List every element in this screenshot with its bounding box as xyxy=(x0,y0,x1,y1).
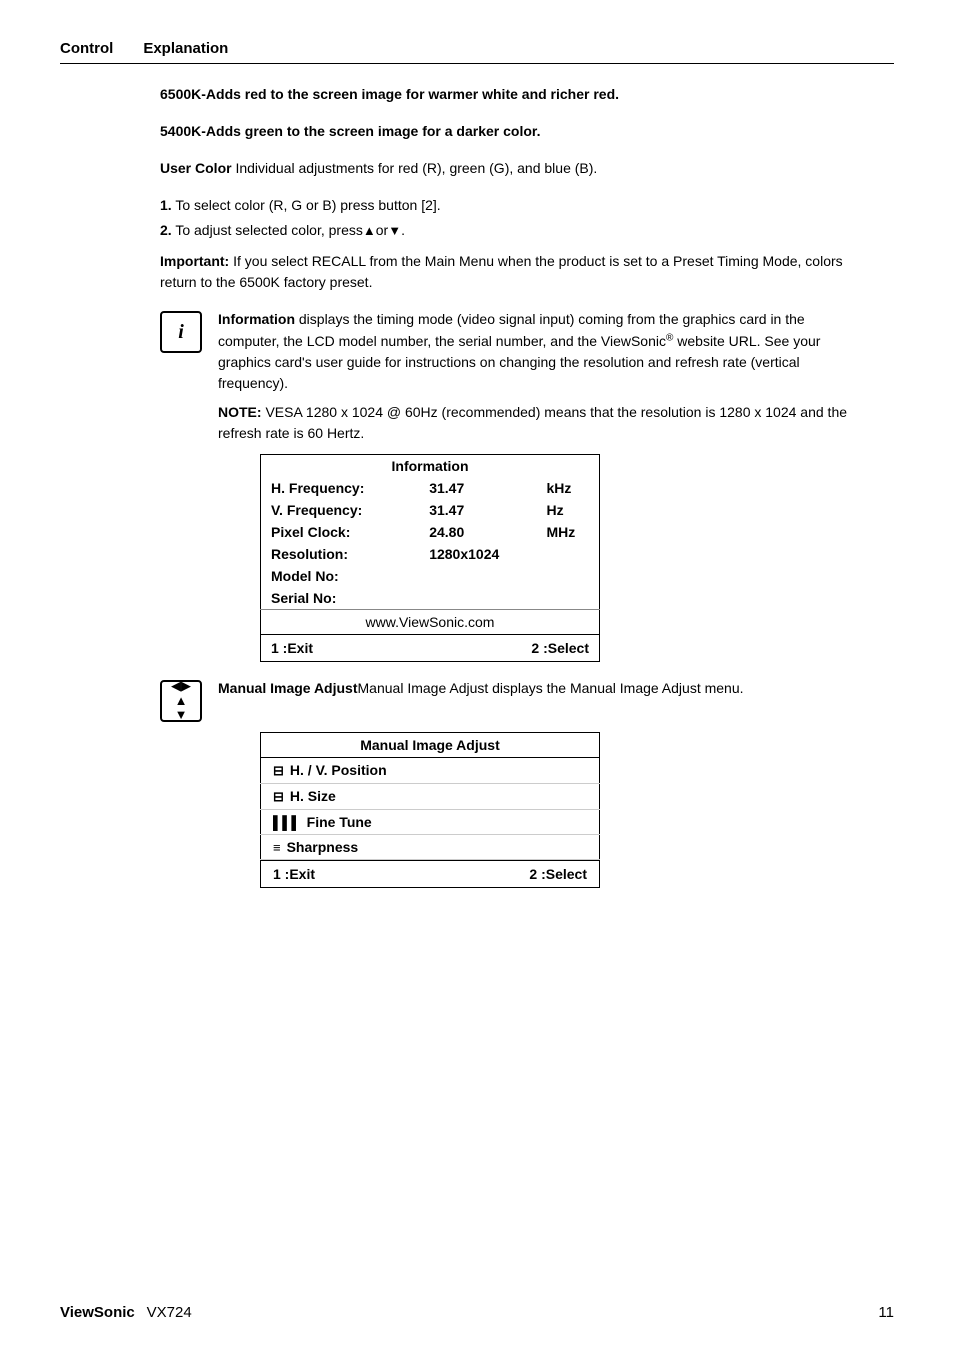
table-cell-value2: kHz xyxy=(540,477,599,499)
manual-exit-label: 1 :Exit xyxy=(273,866,315,882)
list-item: ⊟H. Size xyxy=(261,783,600,809)
page: Control Explanation 6500K-Adds red to th… xyxy=(0,0,954,964)
info-text-block: Information displays the timing mode (vi… xyxy=(218,309,854,444)
select-label: 2 :Select xyxy=(423,634,599,661)
footer-model: VX724 xyxy=(147,1304,192,1321)
table-cell-value1: 31.47 xyxy=(423,477,540,499)
info-paragraph: Information displays the timing mode (vi… xyxy=(218,311,820,391)
menu-item-cell: ≡Sharpness xyxy=(261,834,600,859)
table-cell-value1: 1280x1024 xyxy=(423,543,540,565)
table-cell-value2 xyxy=(540,565,599,587)
footer-page-number: 11 xyxy=(878,1304,894,1321)
page-footer: ViewSonic VX724 11 xyxy=(60,1304,894,1321)
table-cell-value2: MHz xyxy=(540,521,599,543)
table-cell-value1 xyxy=(423,565,540,587)
paragraph-6500k: 6500K-Adds red to the screen image for w… xyxy=(160,84,854,105)
text-5400k: 5400K-Adds green to the screen image for… xyxy=(160,123,540,139)
header-row: Control Explanation xyxy=(60,40,894,64)
list-item: ▌▌▌Fine Tune xyxy=(261,809,600,834)
header-control: Control xyxy=(60,40,113,57)
info-icon: i xyxy=(160,311,202,353)
step2-text: To adjust selected color, press▲or▼. xyxy=(175,222,405,238)
table-cell-label: Model No: xyxy=(261,565,424,587)
manual-icon: ◀▶ ▲ ▼ xyxy=(160,680,202,722)
content-area: 6500K-Adds red to the screen image for w… xyxy=(60,84,894,888)
step1-num: 1. xyxy=(160,197,172,213)
table-row: Serial No: xyxy=(261,587,600,610)
table-row: H. Frequency: 31.47 kHz xyxy=(261,477,600,499)
note-paragraph: NOTE: VESA 1280 x 1024 @ 60Hz (recommend… xyxy=(218,402,854,444)
menu-item-icon: ⊟ xyxy=(273,763,284,778)
table-cell-value1: 31.47 xyxy=(423,499,540,521)
arrows-symbol: ◀▶ ▲ ▼ xyxy=(171,679,191,722)
header-explanation: Explanation xyxy=(143,40,228,57)
manual-text-block: Manual Image AdjustManual Image Adjust d… xyxy=(218,678,854,699)
footer-brand: ViewSonic xyxy=(60,1304,135,1321)
step1-row: 1. To select color (R, G or B) press but… xyxy=(160,195,854,216)
note-label: NOTE: xyxy=(218,404,262,420)
info-table-container: Information H. Frequency: 31.47 kHz V. F… xyxy=(260,454,854,662)
paragraph-important: Important: If you select RECALL from the… xyxy=(160,251,854,293)
manual-section: ◀▶ ▲ ▼ Manual Image AdjustManual Image A… xyxy=(160,678,854,722)
manual-table-title: Manual Image Adjust xyxy=(261,732,600,757)
list-item: ≡Sharpness xyxy=(261,834,600,859)
table-cell-value1: 24.80 xyxy=(423,521,540,543)
table-cell-value2 xyxy=(540,543,599,565)
menu-item-cell: ⊟H. Size xyxy=(261,783,600,809)
table-footer-row: 1 :Exit 2 :Select xyxy=(261,634,600,661)
manual-exit-cell: 1 :Exit 2 :Select xyxy=(261,860,599,887)
manual-select-label: 2 :Select xyxy=(529,866,587,882)
info-icon-label: i xyxy=(178,321,184,344)
info-table: Information H. Frequency: 31.47 kHz V. F… xyxy=(260,454,600,662)
table-row: Pixel Clock: 24.80 MHz xyxy=(261,521,600,543)
manual-footer-row: 1 :Exit 2 :Select xyxy=(261,859,600,887)
manual-table-container: Manual Image Adjust ⊟H. / V. Position⊟H.… xyxy=(260,732,854,888)
table-cell-label: Serial No: xyxy=(261,587,424,610)
step2-num: 2. xyxy=(160,222,172,238)
table-cell-label: Pixel Clock: xyxy=(261,521,424,543)
exit-label: 1 :Exit xyxy=(261,634,424,661)
important-label: Important: xyxy=(160,253,229,269)
menu-item-cell: ▌▌▌Fine Tune xyxy=(261,809,600,834)
info-table-title: Information xyxy=(261,454,600,477)
table-cell-label: Resolution: xyxy=(261,543,424,565)
step2-row: 2. To adjust selected color, press▲or▼. xyxy=(160,220,854,241)
text-6500k: 6500K-Adds red to the screen image for w… xyxy=(160,86,619,102)
manual-paragraph: Manual Image AdjustManual Image Adjust d… xyxy=(218,680,744,696)
table-cell-value2 xyxy=(540,587,599,610)
website-row: www.ViewSonic.com xyxy=(261,609,600,634)
paragraph-user-color: User Color Individual adjustments for re… xyxy=(160,158,854,179)
table-cell-value2: Hz xyxy=(540,499,599,521)
website-cell: www.ViewSonic.com xyxy=(261,609,600,634)
manual-table: Manual Image Adjust ⊟H. / V. Position⊟H.… xyxy=(260,732,600,888)
text-user-color-label: User Color xyxy=(160,160,232,176)
step1-text: To select color (R, G or B) press button… xyxy=(175,197,440,213)
important-text: If you select RECALL from the Main Menu … xyxy=(160,253,843,290)
list-item: ⊟H. / V. Position xyxy=(261,757,600,783)
menu-item-cell: ⊟H. / V. Position xyxy=(261,757,600,783)
information-section: i Information displays the timing mode (… xyxy=(160,309,854,444)
table-cell-label: H. Frequency: xyxy=(261,477,424,499)
menu-item-icon: ⊟ xyxy=(273,789,284,804)
table-row: V. Frequency: 31.47 Hz xyxy=(261,499,600,521)
table-row: Model No: xyxy=(261,565,600,587)
paragraph-5400k: 5400K-Adds green to the screen image for… xyxy=(160,121,854,142)
footer-brand-model: ViewSonic VX724 xyxy=(60,1304,192,1321)
table-cell-value1 xyxy=(423,587,540,610)
text-user-color-body: Individual adjustments for red (R), gree… xyxy=(232,160,598,176)
table-cell-label: V. Frequency: xyxy=(261,499,424,521)
menu-item-icon: ▌▌▌ xyxy=(273,815,301,830)
menu-item-icon: ≡ xyxy=(273,840,281,855)
table-row: Resolution: 1280x1024 xyxy=(261,543,600,565)
note-text: VESA 1280 x 1024 @ 60Hz (recommended) me… xyxy=(218,404,847,441)
